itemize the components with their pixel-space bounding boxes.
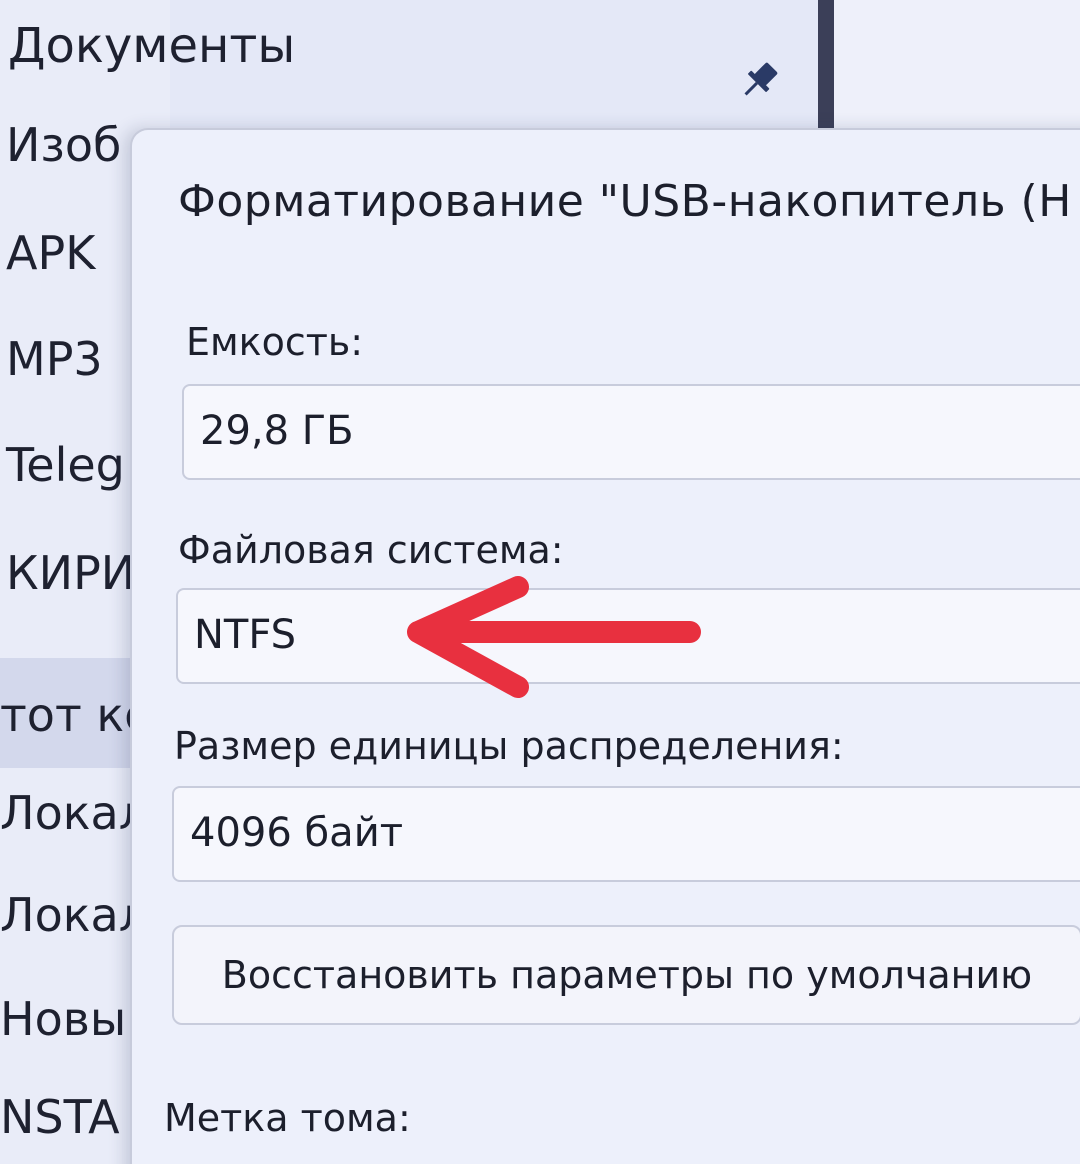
- allocation-label: Размер единицы распределения:: [174, 724, 844, 768]
- filesystem-label: Файловая система:: [178, 528, 564, 572]
- nav-item-nsta[interactable]: NSTA: [0, 1094, 120, 1140]
- volume-label-label: Метка тома:: [164, 1096, 411, 1140]
- pin-icon[interactable]: [736, 58, 782, 104]
- allocation-select[interactable]: 4096 байт: [172, 786, 1080, 882]
- nav-item-telegram[interactable]: Teleg: [6, 442, 125, 488]
- capacity-value: 29,8 ГБ: [200, 408, 354, 454]
- filesystem-value: NTFS: [194, 612, 297, 658]
- nav-item-kiri[interactable]: КИРИ: [6, 550, 135, 596]
- nav-item-documents[interactable]: Документы: [8, 18, 295, 74]
- restore-defaults-button[interactable]: Восстановить параметры по умолчанию: [172, 925, 1080, 1025]
- dialog-title: Форматирование "USB-накопитель (H: [178, 176, 1072, 227]
- arrow-left-annotation: [407, 576, 701, 698]
- nav-item-new-volume[interactable]: Новы: [0, 996, 126, 1042]
- nav-item-images[interactable]: Изоб: [6, 122, 121, 168]
- nav-item-this-pc[interactable]: тот кс: [0, 692, 149, 738]
- nav-item-mp3[interactable]: MP3: [6, 336, 103, 382]
- nav-item-local-disk-1[interactable]: Локал: [0, 790, 148, 836]
- capacity-label: Емкость:: [186, 320, 364, 364]
- nav-item-apk[interactable]: APK: [6, 230, 95, 276]
- capacity-select[interactable]: 29,8 ГБ: [182, 384, 1080, 480]
- allocation-value: 4096 байт: [190, 810, 403, 856]
- nav-item-local-disk-2[interactable]: Локал: [0, 892, 148, 938]
